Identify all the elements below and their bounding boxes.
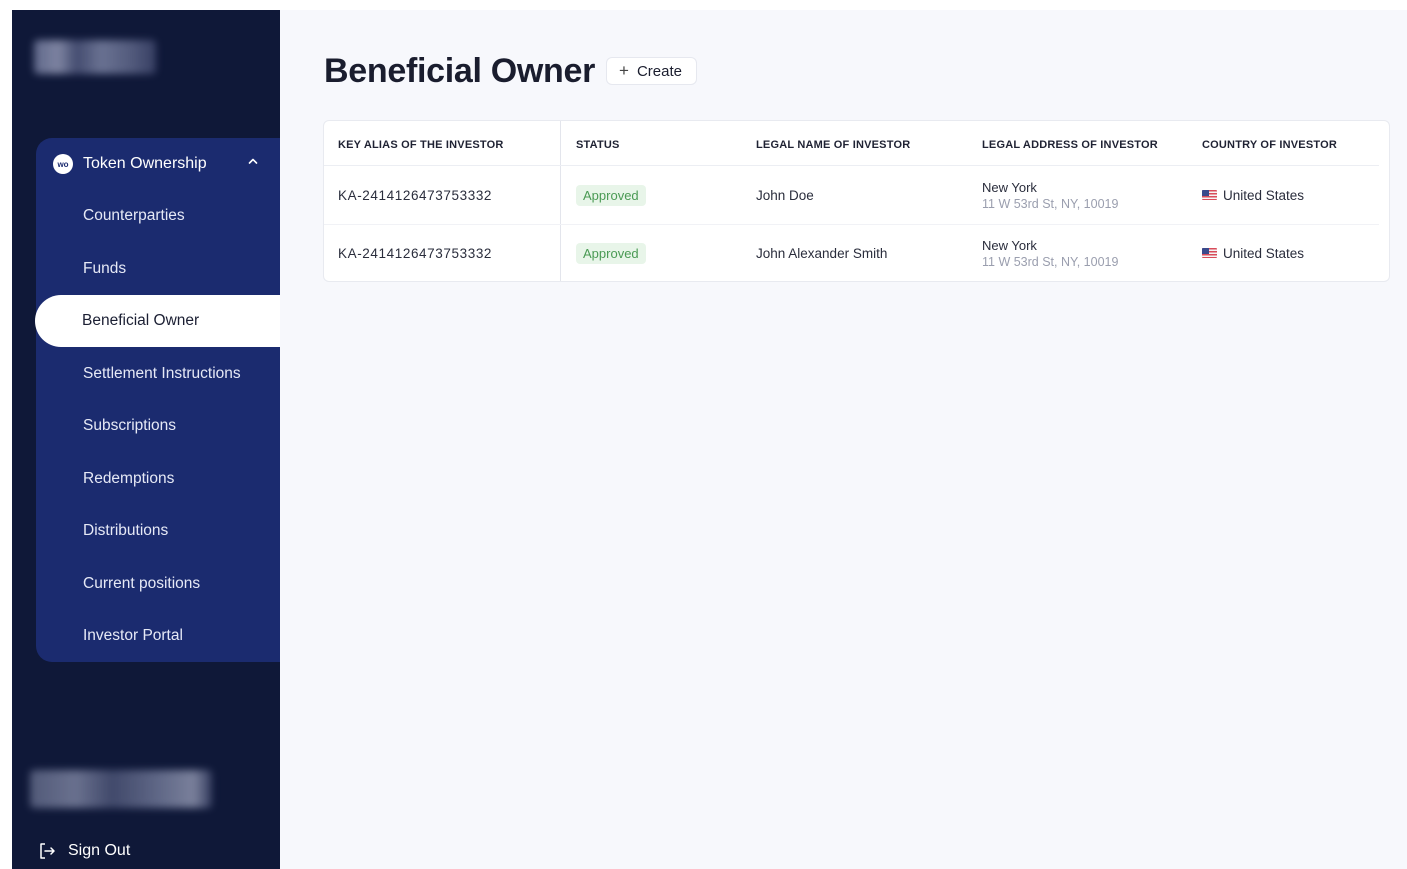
key-alias-cell: KA-2414126473753332 bbox=[338, 245, 493, 261]
sidebar-item-distributions[interactable]: Distributions bbox=[36, 505, 280, 557]
plus-icon: + bbox=[619, 61, 629, 80]
sidebar-item-subscriptions[interactable]: Subscriptions bbox=[36, 400, 280, 452]
nav-group-header[interactable]: wo Token Ownership bbox=[36, 138, 280, 190]
sign-out-icon bbox=[40, 843, 55, 859]
sidebar-item-redemptions[interactable]: Redemptions bbox=[36, 453, 280, 505]
key-alias-cell: KA-2414126473753332 bbox=[338, 187, 493, 203]
status-badge: Approved bbox=[576, 242, 646, 264]
legal-address-cell: New York 11 W 53rd St, NY, 10019 bbox=[982, 224, 1118, 282]
column-header-status[interactable]: STATUS bbox=[576, 139, 620, 151]
app-frame: wo Token Ownership Counterparties Funds … bbox=[12, 10, 1407, 869]
sidebar-item-counterparties[interactable]: Counterparties bbox=[36, 190, 280, 242]
column-header-legal-address[interactable]: LEGAL ADDRESS OF INVESTOR bbox=[982, 139, 1158, 151]
table-row[interactable]: KA-2414126473753332 Approved John Doe Ne… bbox=[324, 166, 1391, 224]
us-flag-icon bbox=[1202, 248, 1217, 258]
sidebar-item-current-positions[interactable]: Current positions bbox=[36, 558, 280, 610]
column-header-legal-name[interactable]: LEGAL NAME OF INVESTOR bbox=[756, 139, 910, 151]
country-cell: United States bbox=[1202, 224, 1304, 282]
sidebar-item-beneficial-owner[interactable]: Beneficial Owner bbox=[35, 295, 280, 347]
us-flag-icon bbox=[1202, 190, 1217, 200]
sign-out-label: Sign Out bbox=[68, 842, 131, 859]
beneficial-owner-table: KEY ALIAS OF THE INVESTOR STATUS LEGAL N… bbox=[323, 120, 1390, 282]
legal-name-cell: John Alexander Smith bbox=[756, 245, 888, 261]
country-label: United States bbox=[1223, 245, 1305, 261]
sidebar: wo Token Ownership Counterparties Funds … bbox=[12, 10, 280, 869]
logo bbox=[34, 40, 156, 74]
legal-address-cell: New York 11 W 53rd St, NY, 10019 bbox=[982, 166, 1118, 224]
address-city: New York bbox=[982, 179, 1037, 195]
create-label: Create bbox=[636, 62, 682, 80]
country-label: United States bbox=[1223, 187, 1305, 203]
sidebar-item-funds[interactable]: Funds bbox=[36, 243, 280, 295]
column-header-country[interactable]: COUNTRY OF INVESTOR bbox=[1202, 139, 1337, 151]
sidebar-item-investor-portal[interactable]: Investor Portal bbox=[36, 610, 280, 662]
country-cell: United States bbox=[1202, 166, 1304, 224]
status-badge: Approved bbox=[576, 184, 646, 206]
chevron-up-icon[interactable] bbox=[248, 156, 258, 166]
sign-out-button[interactable]: Sign Out bbox=[38, 842, 130, 860]
page-title: Beneficial Owner bbox=[324, 52, 596, 90]
address-city: New York bbox=[982, 237, 1037, 253]
main-content: Beneficial Owner + Create KEY ALIAS OF T… bbox=[280, 10, 1407, 869]
user-profile[interactable] bbox=[30, 770, 212, 808]
nav-group-label: Token Ownership bbox=[83, 155, 207, 172]
status-cell: Approved bbox=[576, 224, 646, 282]
column-header-key-alias[interactable]: KEY ALIAS OF THE INVESTOR bbox=[338, 139, 504, 151]
address-street: 11 W 53rd St, NY, 10019 bbox=[982, 196, 1119, 211]
legal-name-cell: John Doe bbox=[756, 187, 814, 203]
status-cell: Approved bbox=[576, 166, 646, 224]
address-street: 11 W 53rd St, NY, 10019 bbox=[982, 254, 1119, 269]
nav-group-token-ownership: wo Token Ownership Counterparties Funds … bbox=[35, 138, 280, 662]
create-button[interactable]: + Create bbox=[606, 57, 697, 85]
table-row[interactable]: KA-2414126473753332 Approved John Alexan… bbox=[324, 224, 1391, 282]
sidebar-item-settlement-instructions[interactable]: Settlement Instructions bbox=[36, 348, 280, 400]
token-ownership-icon: wo bbox=[53, 154, 73, 174]
